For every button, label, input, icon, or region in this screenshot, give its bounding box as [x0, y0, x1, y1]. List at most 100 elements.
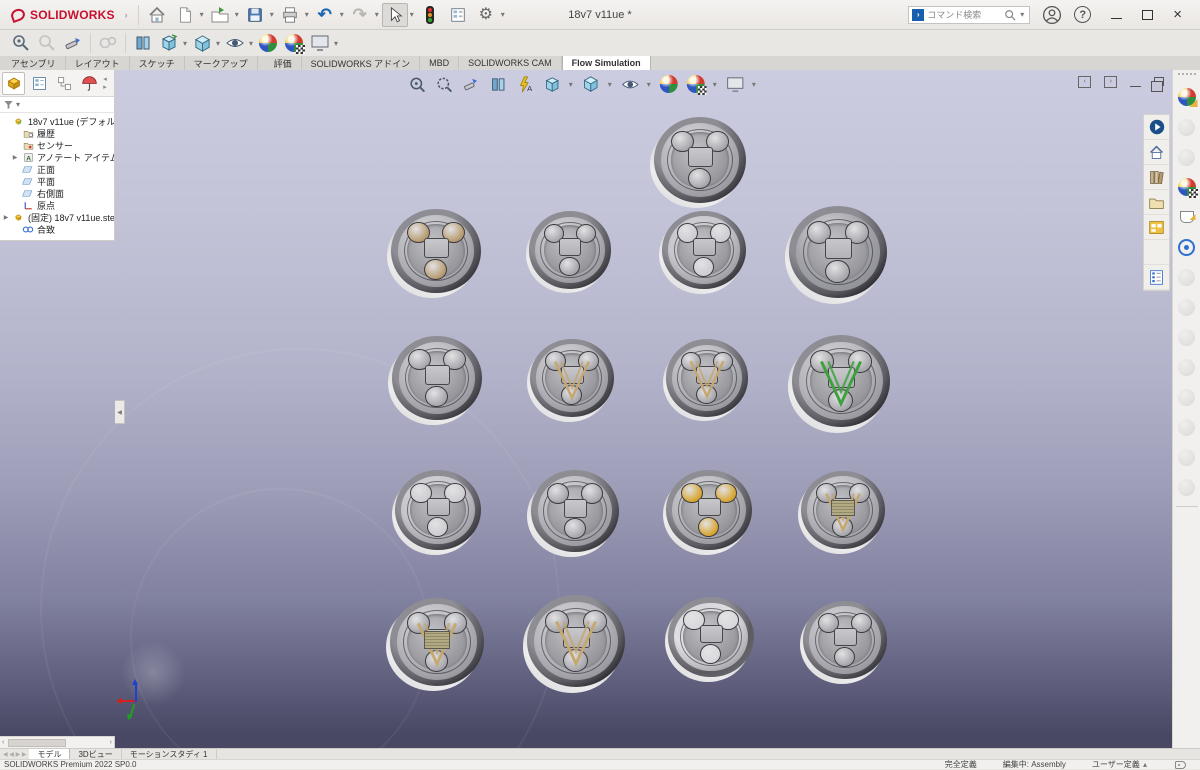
undo-button[interactable]: ↶ [312, 3, 338, 27]
window-minimize-button[interactable] [1111, 18, 1123, 19]
filter-caret[interactable]: ▾ [16, 100, 20, 109]
tab-scroll-arrows[interactable]: ◂ ▸ [103, 75, 112, 91]
apply-scene-icon[interactable] [281, 31, 307, 55]
commandmanager-tab[interactable]: SOLIDWORKS アドイン [302, 56, 421, 70]
view-orientation-caret[interactable]: ▾ [183, 39, 187, 48]
flow-simulation-target-icon[interactable] [1173, 232, 1200, 262]
tree-item[interactable]: 18v7 v11ue (デフォルト) <表示状態-1> [0, 115, 114, 127]
select-button[interactable] [381, 2, 408, 27]
login-button[interactable] [1042, 5, 1062, 25]
hide-show-items-icon[interactable] [619, 73, 641, 95]
task-pane-tab-file-explorer[interactable] [1144, 190, 1169, 215]
edit-appearance-icon[interactable] [1173, 82, 1200, 112]
tree-item[interactable]: ▶ (固定) 18v7 v11ue.step<1> (デフォ [0, 211, 114, 223]
scroll-right-arrow[interactable]: › [108, 739, 114, 746]
task-pane-tab-home[interactable] [1144, 140, 1169, 165]
tab-propertymanager[interactable] [27, 72, 50, 95]
pane-toggle-left-icon[interactable]: ‹ [1078, 75, 1092, 88]
atomizer-deck-part-gold[interactable] [662, 469, 752, 556]
redo-button[interactable]: ↷ [347, 3, 373, 27]
dynamic-annotation-icon[interactable]: A [514, 73, 536, 95]
new-document-button[interactable] [172, 3, 198, 27]
atomizer-deck-part-pale[interactable] [658, 210, 746, 295]
commandmanager-tab[interactable]: レイアウト [66, 56, 130, 70]
doc-minimize-button[interactable] [1130, 85, 1142, 87]
commandmanager-tab[interactable]: マークアップ [185, 56, 258, 70]
menu-flyout-arrow[interactable]: › [125, 10, 128, 20]
print-caret[interactable]: ▾ [305, 10, 309, 19]
section-view-icon[interactable] [130, 31, 156, 55]
document-tab[interactable]: モーションスタディ 1 [122, 749, 217, 759]
commandmanager-tab[interactable]: Flow Simulation [561, 56, 651, 70]
commandmanager-tab[interactable]: アセンブリ [2, 56, 66, 70]
edit-material-icon[interactable] [1173, 202, 1200, 232]
tree-filter-row[interactable]: ▾ [0, 97, 115, 113]
hide-show-items-icon[interactable] [222, 31, 248, 55]
tree-item[interactable]: ▶ A アノテート アイテム [0, 151, 114, 163]
previous-view-icon[interactable] [460, 73, 482, 95]
zoom-check-icon[interactable] [8, 31, 34, 55]
tree-item[interactable]: 履歴 [0, 127, 114, 139]
document-tab[interactable]: モデル [29, 749, 71, 759]
view-settings-icon[interactable] [724, 73, 746, 95]
view-settings-caret[interactable]: ▾ [334, 39, 338, 48]
search-caret[interactable]: ▾ [1020, 10, 1024, 19]
view-orientation-icon[interactable] [156, 31, 182, 55]
tab-configurationmanager[interactable] [53, 72, 76, 95]
atomizer-deck-part-gray[interactable] [650, 116, 746, 209]
hide-show-caret[interactable]: ▾ [249, 39, 253, 48]
atomizer-deck-part-mesh[interactable] [797, 470, 885, 555]
options-button[interactable]: ⚙ [473, 3, 499, 27]
atomizer-deck-part-gray[interactable] [527, 469, 619, 558]
commandmanager-tab[interactable]: MBD [420, 56, 460, 70]
panel-collapse-arrow[interactable]: ◀ [115, 400, 125, 424]
tree-item[interactable]: 平面 [0, 175, 114, 187]
zoom-to-area-icon[interactable] [433, 73, 455, 95]
tree-item[interactable]: 原点 [0, 199, 114, 211]
redo-caret[interactable]: ▾ [375, 10, 379, 19]
apply-scene-icon[interactable] [685, 73, 707, 95]
save-caret[interactable]: ▾ [270, 10, 274, 19]
atomizer-deck-part-pale[interactable] [391, 469, 481, 556]
panel-horizontal-scrollbar[interactable]: ‹ › [0, 736, 115, 748]
toolbar-grip[interactable] [1177, 73, 1196, 76]
measure-icon[interactable] [60, 31, 86, 55]
window-close-button[interactable]: × [1173, 7, 1182, 22]
view-settings-icon[interactable] [307, 31, 333, 55]
rebuild-button[interactable] [417, 3, 443, 27]
tree-item[interactable]: 合致 [0, 223, 114, 235]
pane-toggle-right-icon[interactable]: › [1104, 75, 1118, 88]
commandmanager-tab[interactable]: SOLIDWORKS CAM [459, 56, 562, 70]
atomizer-deck-part-dark[interactable] [785, 205, 887, 304]
atomizer-deck-part-gray[interactable] [525, 211, 611, 294]
tree-item[interactable]: センサー [0, 139, 114, 151]
document-tab[interactable]: 3Dビュー [70, 749, 122, 759]
tag-icon[interactable] [1175, 760, 1186, 769]
atomizer-deck-part-gray[interactable] [799, 600, 887, 685]
tree-item[interactable]: 正面 [0, 163, 114, 175]
task-pane-tab-design-library[interactable] [1144, 165, 1169, 190]
apply-scene-icon[interactable] [1173, 172, 1200, 202]
search-icon[interactable] [1004, 9, 1016, 21]
task-pane-tab-solidworks-resources[interactable] [1144, 115, 1169, 140]
graphics-viewport[interactable] [0, 70, 1172, 748]
tab-featuremanager-tree[interactable] [2, 71, 26, 95]
task-pane-tab-appearances-scenes[interactable] [1144, 240, 1169, 265]
display-style-caret[interactable]: ▾ [216, 39, 220, 48]
atomizer-deck-part-tanv[interactable] [523, 594, 625, 693]
atomizer-deck-part-green[interactable] [788, 334, 890, 433]
commandmanager-tab[interactable]: 評価 [265, 56, 302, 70]
options-caret[interactable]: ▾ [501, 10, 505, 19]
hide-show-caret[interactable]: ▾ [647, 80, 651, 89]
new-document-caret[interactable]: ▾ [200, 10, 204, 19]
open-button[interactable] [207, 3, 233, 27]
atomizer-deck-part-bright[interactable] [664, 596, 754, 683]
save-button[interactable] [242, 3, 268, 27]
command-search-input[interactable]: › コマンド検索 ▾ [908, 5, 1031, 24]
task-pane-tab-view-palette[interactable] [1144, 215, 1169, 240]
view-orientation-caret[interactable]: ▾ [569, 80, 573, 89]
file-properties-button[interactable] [445, 3, 471, 27]
scroll-left-arrow[interactable]: ‹ [0, 739, 6, 746]
print-button[interactable] [277, 3, 303, 27]
atomizer-deck-part-mesh[interactable] [386, 597, 484, 692]
